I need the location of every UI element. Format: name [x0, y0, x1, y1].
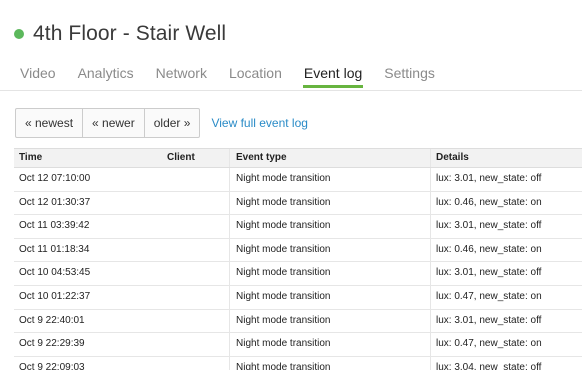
tab-video[interactable]: Video — [20, 62, 56, 90]
row-details: lux: 0.47, new_state: on — [436, 290, 542, 302]
row-time: Oct 11 03:39:42 — [19, 220, 90, 232]
column-divider — [229, 215, 230, 238]
column-divider — [430, 356, 431, 370]
table-row[interactable]: Oct 9 22:09:03 Night mode transition lux… — [14, 356, 582, 370]
row-time: Oct 12 07:10:00 — [19, 173, 91, 184]
table-body: Oct 12 07:10:00 Night mode transition lu… — [14, 168, 582, 370]
row-time: Oct 9 22:09:03 — [19, 361, 85, 370]
row-time: Oct 10 04:53:45 — [19, 267, 91, 279]
table-row[interactable]: Oct 11 03:39:42 Night mode transition lu… — [14, 215, 582, 239]
column-divider — [430, 238, 431, 262]
table-row[interactable]: Oct 11 01:18:34 Night mode transition lu… — [14, 238, 582, 263]
column-divider — [229, 356, 230, 370]
tab-network[interactable]: Network — [156, 62, 207, 90]
table-header: Time Client Event type Details — [14, 148, 582, 168]
column-divider — [229, 333, 230, 356]
tab-divider — [0, 90, 582, 91]
page-title: 4th Floor - Stair Well — [33, 22, 227, 45]
row-details: lux: 3.04, new_state: off — [436, 361, 542, 370]
page-header: 4th Floor - Stair Well — [14, 18, 226, 50]
column-divider — [430, 149, 431, 167]
event-log-page: 4th Floor - Stair Well Video Analytics N… — [0, 0, 582, 370]
row-event-type: Night mode transition — [236, 314, 331, 326]
row-event-type: Night mode transition — [236, 267, 331, 279]
row-details: lux: 3.01, new_state: off — [436, 173, 542, 184]
column-divider — [229, 285, 230, 309]
column-divider — [430, 285, 431, 309]
column-divider — [430, 333, 431, 356]
row-details: lux: 3.01, new_state: off — [436, 314, 542, 326]
column-divider — [430, 168, 431, 191]
newer-button[interactable]: « newer — [83, 109, 145, 137]
column-divider — [430, 309, 431, 333]
column-divider — [229, 238, 230, 262]
tab-settings[interactable]: Settings — [384, 62, 435, 90]
row-details: lux: 3.01, new_state: off — [436, 220, 542, 232]
table-row[interactable]: Oct 10 04:53:45 Night mode transition lu… — [14, 262, 582, 286]
table-row[interactable]: Oct 12 07:10:00 Night mode transition lu… — [14, 168, 582, 192]
event-log-table: Time Client Event type Details Oct 12 07… — [14, 148, 582, 370]
row-time: Oct 10 01:22:37 — [19, 290, 91, 302]
tab-bar: Video Analytics Network Location Event l… — [20, 62, 457, 90]
row-event-type: Night mode transition — [236, 361, 331, 370]
row-time: Oct 9 22:40:01 — [19, 314, 85, 326]
pagination-button-group: « newest « newer older » — [15, 108, 201, 138]
column-divider — [229, 262, 230, 285]
table-row[interactable]: Oct 12 01:30:37 Night mode transition lu… — [14, 191, 582, 216]
row-details: lux: 0.47, new_state: on — [436, 338, 542, 350]
tab-event-log[interactable]: Event log — [302, 62, 364, 90]
table-row[interactable]: Oct 10 01:22:37 Night mode transition lu… — [14, 285, 582, 310]
row-time: Oct 11 01:18:34 — [19, 243, 90, 255]
column-divider — [430, 262, 431, 285]
column-divider — [229, 191, 230, 215]
row-event-type: Night mode transition — [236, 243, 331, 255]
row-details: lux: 0.46, new_state: on — [436, 196, 542, 208]
tab-analytics[interactable]: Analytics — [78, 62, 134, 90]
newest-button[interactable]: « newest — [16, 109, 84, 137]
older-button[interactable]: older » — [145, 109, 200, 137]
column-divider — [430, 191, 431, 215]
column-divider — [430, 215, 431, 238]
pagination-controls: « newest « newer older » View full event… — [15, 108, 308, 138]
row-details: lux: 0.46, new_state: on — [436, 243, 542, 255]
table-row[interactable]: Oct 9 22:29:39 Night mode transition lux… — [14, 333, 582, 357]
row-event-type: Night mode transition — [236, 338, 331, 350]
row-event-type: Night mode transition — [236, 220, 331, 232]
row-time: Oct 9 22:29:39 — [19, 338, 85, 350]
column-header-client[interactable]: Client — [167, 149, 195, 167]
tab-location[interactable]: Location — [229, 62, 282, 90]
column-divider — [229, 168, 230, 191]
column-divider — [229, 309, 230, 333]
row-details: lux: 3.01, new_state: off — [436, 267, 542, 279]
row-event-type: Night mode transition — [236, 290, 331, 302]
column-header-time[interactable]: Time — [19, 149, 42, 167]
view-full-event-log-link[interactable]: View full event log — [211, 116, 308, 130]
column-header-event-type[interactable]: Event type — [236, 149, 287, 167]
online-status-icon — [14, 29, 24, 39]
row-event-type: Night mode transition — [236, 196, 331, 208]
row-event-type: Night mode transition — [236, 173, 331, 184]
row-time: Oct 12 01:30:37 — [19, 196, 91, 208]
column-divider — [229, 149, 230, 167]
table-row[interactable]: Oct 9 22:40:01 Night mode transition lux… — [14, 309, 582, 334]
column-header-details[interactable]: Details — [436, 149, 469, 167]
